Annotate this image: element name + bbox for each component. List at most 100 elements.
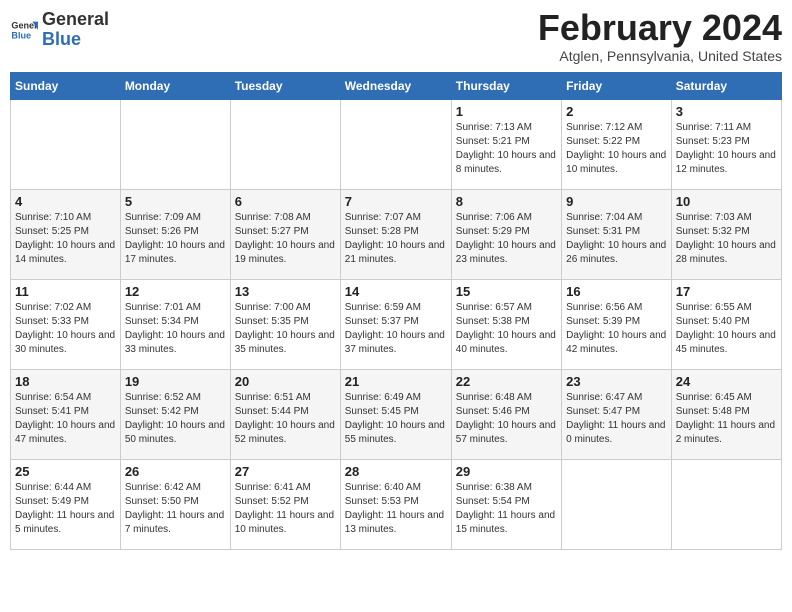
day-number: 13 — [235, 284, 336, 299]
day-cell: 13 Sunrise: 7:00 AMSunset: 5:35 PMDayligh… — [230, 280, 340, 370]
day-cell: 25 Sunrise: 6:44 AMSunset: 5:49 PMDayligh… — [11, 460, 121, 550]
day-number: 27 — [235, 464, 336, 479]
day-info: Sunrise: 7:12 AMSunset: 5:22 PMDaylight:… — [566, 121, 667, 177]
day-number: 14 — [345, 284, 447, 299]
day-cell — [120, 100, 230, 190]
logo-icon: General Blue — [10, 16, 38, 44]
day-number: 11 — [15, 284, 116, 299]
day-info: Sunrise: 6:59 AMSunset: 5:37 PMDaylight:… — [345, 301, 447, 357]
day-cell: 20 Sunrise: 6:51 AMSunset: 5:44 PMDayligh… — [230, 370, 340, 460]
day-cell — [11, 100, 121, 190]
day-number: 25 — [15, 464, 116, 479]
day-number: 4 — [15, 194, 116, 209]
day-info: Sunrise: 7:04 AMSunset: 5:31 PMDaylight:… — [566, 211, 667, 267]
header-sunday: Sunday — [11, 73, 121, 100]
day-cell: 28 Sunrise: 6:40 AMSunset: 5:53 PMDayligh… — [340, 460, 451, 550]
day-info: Sunrise: 7:00 AMSunset: 5:35 PMDaylight:… — [235, 301, 336, 357]
day-info: Sunrise: 6:38 AMSunset: 5:54 PMDaylight:… — [456, 481, 557, 537]
day-number: 5 — [125, 194, 226, 209]
week-row-1: 1 Sunrise: 7:13 AMSunset: 5:21 PMDaylight… — [11, 100, 782, 190]
day-cell: 22 Sunrise: 6:48 AMSunset: 5:46 PMDayligh… — [451, 370, 561, 460]
day-number: 21 — [345, 374, 447, 389]
page-title: February 2024 — [538, 10, 782, 46]
day-info: Sunrise: 6:47 AMSunset: 5:47 PMDaylight:… — [566, 391, 667, 447]
day-number: 12 — [125, 284, 226, 299]
day-info: Sunrise: 6:42 AMSunset: 5:50 PMDaylight:… — [125, 481, 226, 537]
day-number: 23 — [566, 374, 667, 389]
day-number: 3 — [676, 104, 777, 119]
day-number: 7 — [345, 194, 447, 209]
title-block: February 2024 Atglen, Pennsylvania, Unit… — [538, 10, 782, 64]
day-info: Sunrise: 6:40 AMSunset: 5:53 PMDaylight:… — [345, 481, 447, 537]
week-row-2: 4 Sunrise: 7:10 AMSunset: 5:25 PMDaylight… — [11, 190, 782, 280]
day-info: Sunrise: 7:03 AMSunset: 5:32 PMDaylight:… — [676, 211, 777, 267]
day-cell: 29 Sunrise: 6:38 AMSunset: 5:54 PMDayligh… — [451, 460, 561, 550]
day-cell: 11Sunrise: 7:02 AMSunset: 5:33 PMDayligh… — [11, 280, 121, 370]
header-monday: Monday — [120, 73, 230, 100]
day-info: Sunrise: 6:52 AMSunset: 5:42 PMDaylight:… — [125, 391, 226, 447]
day-cell: 6 Sunrise: 7:08 AMSunset: 5:27 PMDaylight… — [230, 190, 340, 280]
day-number: 19 — [125, 374, 226, 389]
day-cell: 17Sunrise: 6:55 AMSunset: 5:40 PMDayligh… — [671, 280, 781, 370]
day-cell: 7 Sunrise: 7:07 AMSunset: 5:28 PMDaylight… — [340, 190, 451, 280]
day-cell: 15 Sunrise: 6:57 AMSunset: 5:38 PMDayligh… — [451, 280, 561, 370]
calendar-table: SundayMondayTuesdayWednesdayThursdayFrid… — [10, 72, 782, 550]
page-header: General Blue General Blue February 2024 … — [10, 10, 782, 64]
day-info: Sunrise: 7:09 AMSunset: 5:26 PMDaylight:… — [125, 211, 226, 267]
day-cell: 18Sunrise: 6:54 AMSunset: 5:41 PMDayligh… — [11, 370, 121, 460]
day-number: 6 — [235, 194, 336, 209]
day-number: 15 — [456, 284, 557, 299]
day-cell: 10 Sunrise: 7:03 AMSunset: 5:32 PMDayligh… — [671, 190, 781, 280]
day-info: Sunrise: 6:49 AMSunset: 5:45 PMDaylight:… — [345, 391, 447, 447]
header-tuesday: Tuesday — [230, 73, 340, 100]
day-cell: 2Sunrise: 7:12 AMSunset: 5:22 PMDaylight… — [562, 100, 672, 190]
day-info: Sunrise: 6:57 AMSunset: 5:38 PMDaylight:… — [456, 301, 557, 357]
calendar-header-row: SundayMondayTuesdayWednesdayThursdayFrid… — [11, 73, 782, 100]
svg-text:Blue: Blue — [11, 30, 31, 40]
day-number: 26 — [125, 464, 226, 479]
day-info: Sunrise: 7:11 AMSunset: 5:23 PMDaylight:… — [676, 121, 777, 177]
day-cell: 4 Sunrise: 7:10 AMSunset: 5:25 PMDaylight… — [11, 190, 121, 280]
day-number: 16 — [566, 284, 667, 299]
day-number: 9 — [566, 194, 667, 209]
day-info: Sunrise: 7:08 AMSunset: 5:27 PMDaylight:… — [235, 211, 336, 267]
day-info: Sunrise: 7:07 AMSunset: 5:28 PMDaylight:… — [345, 211, 447, 267]
week-row-3: 11Sunrise: 7:02 AMSunset: 5:33 PMDayligh… — [11, 280, 782, 370]
day-number: 28 — [345, 464, 447, 479]
day-cell: 21 Sunrise: 6:49 AMSunset: 5:45 PMDayligh… — [340, 370, 451, 460]
day-info: Sunrise: 6:44 AMSunset: 5:49 PMDaylight:… — [15, 481, 116, 537]
day-info: Sunrise: 6:51 AMSunset: 5:44 PMDaylight:… — [235, 391, 336, 447]
day-number: 29 — [456, 464, 557, 479]
day-info: Sunrise: 7:13 AMSunset: 5:21 PMDaylight:… — [456, 121, 557, 177]
day-number: 22 — [456, 374, 557, 389]
week-row-5: 25 Sunrise: 6:44 AMSunset: 5:49 PMDayligh… — [11, 460, 782, 550]
day-info: Sunrise: 7:01 AMSunset: 5:34 PMDaylight:… — [125, 301, 226, 357]
day-cell: 23 Sunrise: 6:47 AMSunset: 5:47 PMDayligh… — [562, 370, 672, 460]
day-number: 20 — [235, 374, 336, 389]
day-cell: 5 Sunrise: 7:09 AMSunset: 5:26 PMDaylight… — [120, 190, 230, 280]
day-cell: 1 Sunrise: 7:13 AMSunset: 5:21 PMDaylight… — [451, 100, 561, 190]
logo: General Blue General Blue — [10, 10, 109, 50]
day-cell: 14 Sunrise: 6:59 AMSunset: 5:37 PMDayligh… — [340, 280, 451, 370]
day-cell: 19 Sunrise: 6:52 AMSunset: 5:42 PMDayligh… — [120, 370, 230, 460]
day-cell: 26 Sunrise: 6:42 AMSunset: 5:50 PMDayligh… — [120, 460, 230, 550]
day-number: 10 — [676, 194, 777, 209]
day-info: Sunrise: 6:41 AMSunset: 5:52 PMDaylight:… — [235, 481, 336, 537]
day-cell: 16 Sunrise: 6:56 AMSunset: 5:39 PMDayligh… — [562, 280, 672, 370]
day-info: Sunrise: 7:10 AMSunset: 5:25 PMDaylight:… — [15, 211, 116, 267]
day-info: Sunrise: 6:48 AMSunset: 5:46 PMDaylight:… — [456, 391, 557, 447]
day-cell: 12 Sunrise: 7:01 AMSunset: 5:34 PMDayligh… — [120, 280, 230, 370]
day-info: Sunrise: 6:56 AMSunset: 5:39 PMDaylight:… — [566, 301, 667, 357]
header-saturday: Saturday — [671, 73, 781, 100]
day-cell: 8Sunrise: 7:06 AMSunset: 5:29 PMDaylight… — [451, 190, 561, 280]
page-subtitle: Atglen, Pennsylvania, United States — [538, 48, 782, 64]
day-info: Sunrise: 7:06 AMSunset: 5:29 PMDaylight:… — [456, 211, 557, 267]
header-wednesday: Wednesday — [340, 73, 451, 100]
day-cell — [562, 460, 672, 550]
header-thursday: Thursday — [451, 73, 561, 100]
day-info: Sunrise: 6:54 AMSunset: 5:41 PMDaylight:… — [15, 391, 116, 447]
header-friday: Friday — [562, 73, 672, 100]
day-number: 1 — [456, 104, 557, 119]
day-cell: 3 Sunrise: 7:11 AMSunset: 5:23 PMDaylight… — [671, 100, 781, 190]
day-info: Sunrise: 6:55 AMSunset: 5:40 PMDaylight:… — [676, 301, 777, 357]
